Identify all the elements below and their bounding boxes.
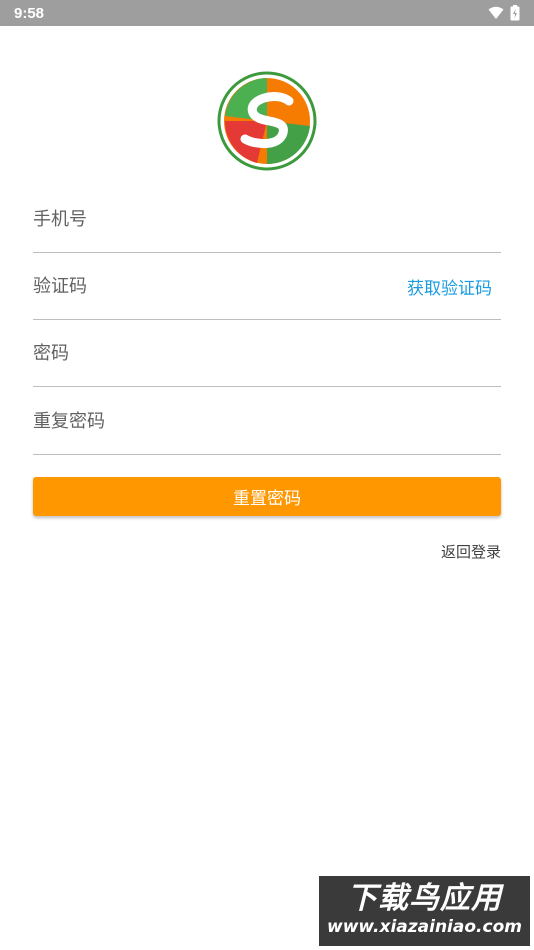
phone-placeholder: 手机号	[33, 209, 87, 230]
verification-code-field[interactable]: 验证码 获取验证码	[33, 254, 501, 320]
wifi-icon	[488, 6, 504, 19]
watermark: 下载鸟应用 www.xiazainiao.com	[319, 876, 530, 946]
code-placeholder: 验证码	[33, 276, 87, 297]
app-logo-icon	[217, 71, 317, 171]
confirm-password-placeholder: 重复密码	[33, 411, 105, 432]
status-icons	[488, 5, 520, 21]
phone-field[interactable]: 手机号	[33, 187, 501, 253]
password-field[interactable]: 密码	[33, 321, 501, 387]
battery-icon	[510, 5, 520, 21]
get-code-button[interactable]: 获取验证码	[407, 274, 492, 299]
watermark-url: www.xiazainiao.com	[327, 917, 522, 937]
watermark-title: 下载鸟应用	[347, 881, 502, 916]
password-placeholder: 密码	[33, 343, 69, 364]
reset-password-button[interactable]: 重置密码	[33, 477, 501, 516]
back-to-login-link[interactable]: 返回登录	[441, 541, 501, 562]
status-bar: 9:58	[0, 0, 534, 26]
confirm-password-field[interactable]: 重复密码	[33, 389, 501, 455]
status-time: 9:58	[14, 4, 45, 22]
reset-password-label: 重置密码	[233, 489, 301, 509]
